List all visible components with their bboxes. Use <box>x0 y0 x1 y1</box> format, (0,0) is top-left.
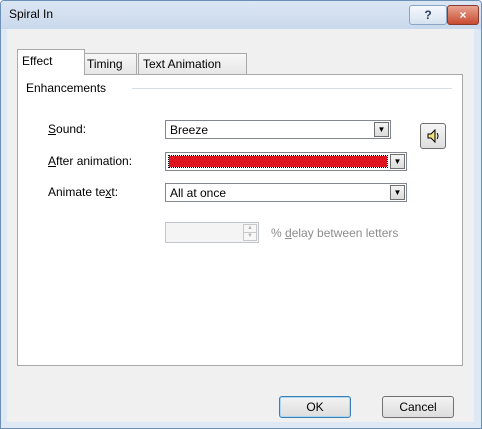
cancel-button[interactable]: Cancel <box>382 396 454 418</box>
enhancements-group-label: Enhancements <box>26 81 111 95</box>
dropdown-arrow-icon[interactable]: ▼ <box>374 122 389 137</box>
dialog-client-area: Effect Timing Text Animation Enhancement… <box>7 29 474 422</box>
sound-label: Sound: <box>48 122 87 136</box>
help-icon: ? <box>424 8 432 22</box>
animate-text-dropdown[interactable]: All at once ▼ <box>165 183 407 202</box>
animate-text-label: Animate text: <box>48 185 119 199</box>
sound-value: Breeze <box>170 123 209 137</box>
animate-text-value: All at once <box>170 186 227 200</box>
sound-dropdown[interactable]: Breeze ▼ <box>165 120 391 139</box>
after-animation-dropdown[interactable]: ▼ <box>165 152 407 171</box>
tab-effect[interactable]: Effect <box>17 49 85 75</box>
ok-button[interactable]: OK <box>279 396 351 418</box>
title-bar[interactable]: Spiral In ? × <box>1 1 481 29</box>
tab-timing-label: Timing <box>87 57 123 71</box>
after-animation-label: After animation: <box>48 154 133 168</box>
dropdown-arrow-icon[interactable]: ▼ <box>390 185 405 200</box>
tab-timing[interactable]: Timing <box>82 53 137 74</box>
close-icon: × <box>459 8 467 22</box>
tab-effect-label: Effect <box>22 54 53 68</box>
play-sound-button[interactable] <box>420 123 446 149</box>
after-animation-color-swatch <box>168 155 388 168</box>
delay-label: % delay between letters <box>271 226 399 240</box>
tab-text-animation-label: Text Animation <box>143 57 222 71</box>
close-button[interactable]: × <box>447 5 479 25</box>
spin-down-icon[interactable]: ▼ <box>243 232 257 241</box>
dropdown-arrow-icon[interactable]: ▼ <box>390 154 405 169</box>
group-divider <box>132 88 452 89</box>
window-title: Spiral In <box>9 7 54 21</box>
help-button[interactable]: ? <box>409 5 447 25</box>
effect-tab-panel: Enhancements Sound: Breeze ▼ After anima… <box>17 74 463 366</box>
speaker-icon <box>427 129 439 143</box>
tab-text-animation[interactable]: Text Animation <box>138 53 247 74</box>
dialog-window: Spiral In ? × Effect Timing Text Animati… <box>0 0 482 429</box>
delay-spinner[interactable]: ▲ ▼ <box>165 222 259 243</box>
